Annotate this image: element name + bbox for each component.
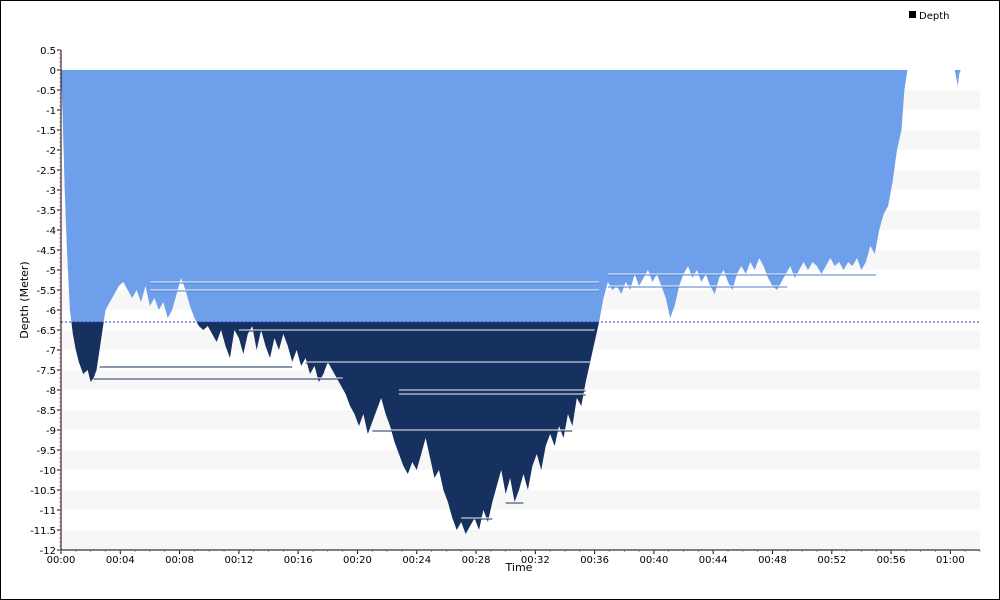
y-tick-label: -5.5 <box>36 286 56 297</box>
y-tick-label: -5 <box>46 266 56 277</box>
y-tick-label: -1 <box>46 106 56 117</box>
y-tick-label: -4 <box>46 226 56 237</box>
y-tick-label: -2.5 <box>36 166 56 177</box>
x-tick-label: 00:04 <box>106 555 135 566</box>
legend: Depth <box>909 11 949 22</box>
y-tick-label: 0.5 <box>40 46 56 57</box>
x-tick-label: 00:08 <box>165 555 194 566</box>
x-tick-label: 00:12 <box>224 555 253 566</box>
y-tick-label: -3 <box>46 186 56 197</box>
x-axis-title: Time <box>505 561 533 574</box>
x-tick-label: 00:20 <box>343 555 372 566</box>
y-tick-label: -6 <box>46 306 56 317</box>
y-tick-label: -7 <box>46 346 56 357</box>
x-tick-label: 00:24 <box>402 555 431 566</box>
y-tick-label: -10.5 <box>30 486 56 497</box>
y-tick-label: -2 <box>46 146 56 157</box>
y-tick-label: 0 <box>50 66 56 77</box>
background-band <box>61 490 980 510</box>
x-tick-label: 00:36 <box>580 555 609 566</box>
x-tick-label: 00:52 <box>817 555 846 566</box>
y-tick-label: -8 <box>46 386 56 397</box>
y-tick-label: -1.5 <box>36 126 56 137</box>
x-tick-label: 00:40 <box>639 555 668 566</box>
y-tick-label: -9 <box>46 426 56 437</box>
x-tick-label: 00:44 <box>699 555 728 566</box>
x-tick-label: 00:28 <box>462 555 491 566</box>
depth-chart: 0.5 0 -0.5 -1 -1.5 -2 -2.5 -3 -3.5 -4 -4.5 -5 -5.5 -6… <box>18 11 981 574</box>
x-tick-label: 00:00 <box>47 555 76 566</box>
x-tick-label: 01:00 <box>936 555 965 566</box>
y-axis-title: Depth (Meter) <box>18 261 31 338</box>
x-tick-label: 00:56 <box>877 555 906 566</box>
y-tick-label: -6.5 <box>36 326 56 337</box>
x-tick-label: 00:48 <box>758 555 787 566</box>
background-band <box>61 530 980 550</box>
y-tick-label: -11.5 <box>30 526 56 537</box>
y-tick-label: -8.5 <box>36 406 56 417</box>
x-tick-label: 00:16 <box>284 555 313 566</box>
legend-label: Depth <box>919 11 949 22</box>
y-tick-label: -11 <box>40 506 56 517</box>
y-tick-label: -10 <box>40 466 56 477</box>
legend-swatch <box>909 11 916 18</box>
y-tick-label: -7.5 <box>36 366 56 377</box>
y-tick-label: -9.5 <box>36 446 56 457</box>
y-tick-label: -0.5 <box>36 86 56 97</box>
y-tick-label: -3.5 <box>36 206 56 217</box>
y-tick-label: -4.5 <box>36 246 56 257</box>
